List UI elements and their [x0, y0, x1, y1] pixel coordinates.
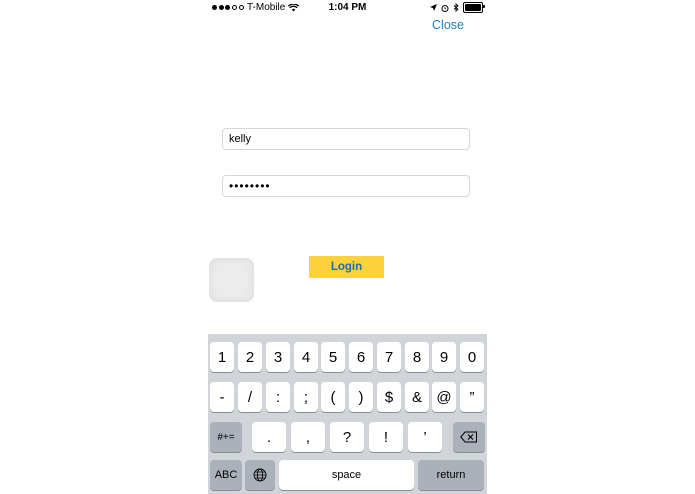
app-icon-placeholder — [209, 258, 254, 302]
key-dash[interactable]: - — [210, 382, 234, 412]
keyboard-row-digits: 1 2 3 4 5 6 7 8 9 0 — [208, 342, 487, 372]
key-comma[interactable]: , — [291, 422, 325, 452]
key-slash[interactable]: / — [238, 382, 262, 412]
status-bar: T-Mobile 1:04 PM — [208, 0, 487, 16]
keyboard-row-symbols: - / : ; ( ) $ & @ ” — [208, 382, 487, 412]
key-3[interactable]: 3 — [266, 342, 290, 372]
close-button[interactable]: Close — [432, 18, 464, 32]
battery-icon — [463, 2, 485, 13]
key-9[interactable]: 9 — [432, 342, 456, 372]
key-colon[interactable]: : — [266, 382, 290, 412]
key-ampersand[interactable]: & — [405, 382, 429, 412]
key-0[interactable]: 0 — [460, 342, 484, 372]
key-7[interactable]: 7 — [377, 342, 401, 372]
password-field[interactable] — [222, 175, 470, 197]
alarm-icon — [441, 4, 449, 12]
key-dollar[interactable]: $ — [377, 382, 401, 412]
key-6[interactable]: 6 — [349, 342, 373, 372]
key-1[interactable]: 1 — [210, 342, 234, 372]
location-arrow-icon — [430, 4, 437, 11]
delete-icon — [460, 431, 477, 443]
space-key[interactable]: space — [279, 460, 414, 490]
key-at[interactable]: @ — [432, 382, 456, 412]
globe-key[interactable] — [245, 460, 275, 490]
key-apostrophe[interactable]: ’ — [408, 422, 442, 452]
login-button[interactable]: Login — [309, 256, 384, 278]
phone-screen: T-Mobile 1:04 PM Close kelly •••••••• Lo… — [208, 0, 487, 494]
key-open-paren[interactable]: ( — [321, 382, 345, 412]
bluetooth-icon — [453, 3, 459, 12]
globe-icon — [253, 468, 267, 482]
numeric-keyboard: 1 2 3 4 5 6 7 8 9 0 - / : ; ( ) $ & @ ” … — [208, 334, 487, 494]
key-abc[interactable]: ABC — [210, 460, 242, 490]
password-input[interactable] — [223, 176, 469, 196]
key-exclamation[interactable]: ! — [369, 422, 403, 452]
key-5[interactable]: 5 — [321, 342, 345, 372]
keyboard-row-punctuation: #+= . , ? ! ’ — [208, 422, 487, 452]
keyboard-row-bottom: ABC space return — [208, 460, 487, 490]
status-right — [430, 2, 485, 13]
username-field[interactable] — [222, 128, 470, 150]
key-question[interactable]: ? — [330, 422, 364, 452]
key-4[interactable]: 4 — [294, 342, 318, 372]
key-more-symbols[interactable]: #+= — [210, 422, 242, 452]
return-key[interactable]: return — [418, 460, 484, 490]
key-quote[interactable]: ” — [460, 382, 484, 412]
key-2[interactable]: 2 — [238, 342, 262, 372]
key-period[interactable]: . — [252, 422, 286, 452]
username-input[interactable] — [223, 129, 469, 149]
key-close-paren[interactable]: ) — [349, 382, 373, 412]
key-8[interactable]: 8 — [405, 342, 429, 372]
delete-key[interactable] — [453, 422, 485, 452]
key-semicolon[interactable]: ; — [294, 382, 318, 412]
